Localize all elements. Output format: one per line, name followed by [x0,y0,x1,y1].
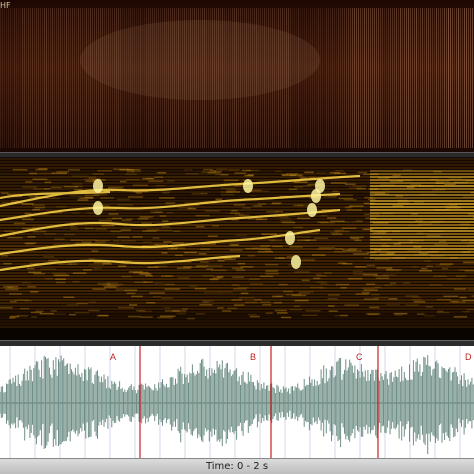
marker-label-b: B [250,352,257,362]
time-range-label: Time: 0 - 2 s [205,461,269,472]
spectrogram [0,158,474,340]
hf-label: HF [0,1,11,10]
marker-label-a: A [110,352,117,362]
marker-label-c: C [356,352,363,362]
marker-label-d: D [465,352,472,362]
hf-spectrogram [0,0,474,152]
spectrogram-panel[interactable] [0,158,474,340]
hf-spectrogram-panel[interactable]: HF [0,0,474,152]
time-axis-bar[interactable]: Time: 0 - 2 s [0,458,474,474]
waveform [0,346,474,458]
waveform-panel[interactable]: A B C D [0,346,474,458]
